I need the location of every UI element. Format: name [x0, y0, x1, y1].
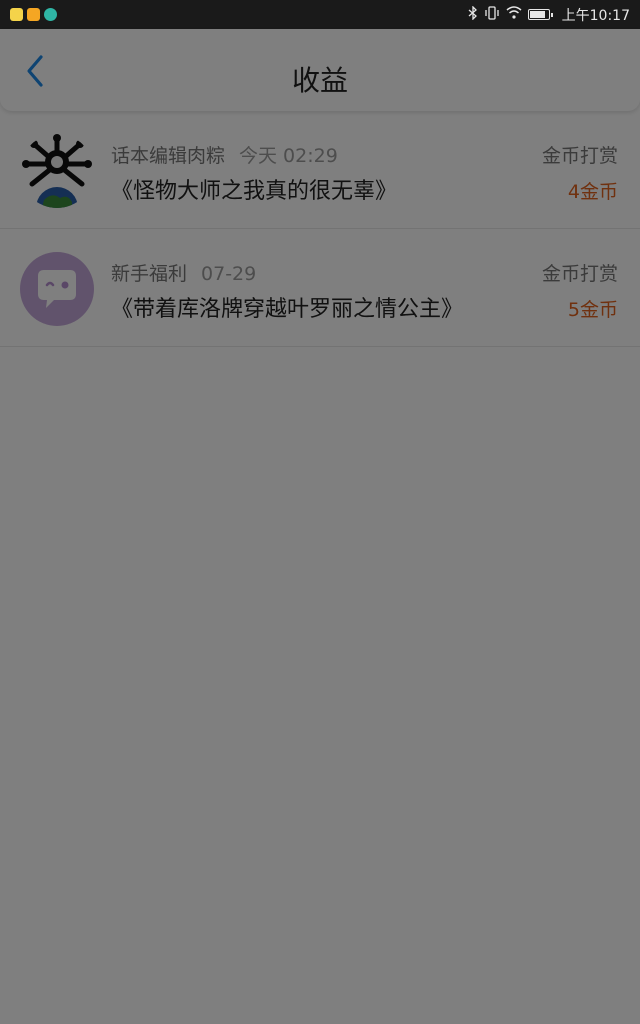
status-indicators: 上午10:17	[468, 4, 630, 25]
teal-app-icon	[44, 8, 57, 21]
dim-overlay[interactable]	[0, 29, 640, 1024]
battery-icon	[527, 9, 553, 20]
bluetooth-icon	[468, 4, 478, 24]
wifi-icon	[506, 6, 522, 23]
vibrate-icon	[484, 5, 500, 24]
status-bar: 上午10:17	[0, 0, 640, 29]
gift-app-icon	[27, 8, 40, 21]
app-icon-yellow	[10, 8, 23, 21]
status-time: 上午10:17	[561, 7, 630, 24]
status-app-icons	[10, 8, 57, 21]
